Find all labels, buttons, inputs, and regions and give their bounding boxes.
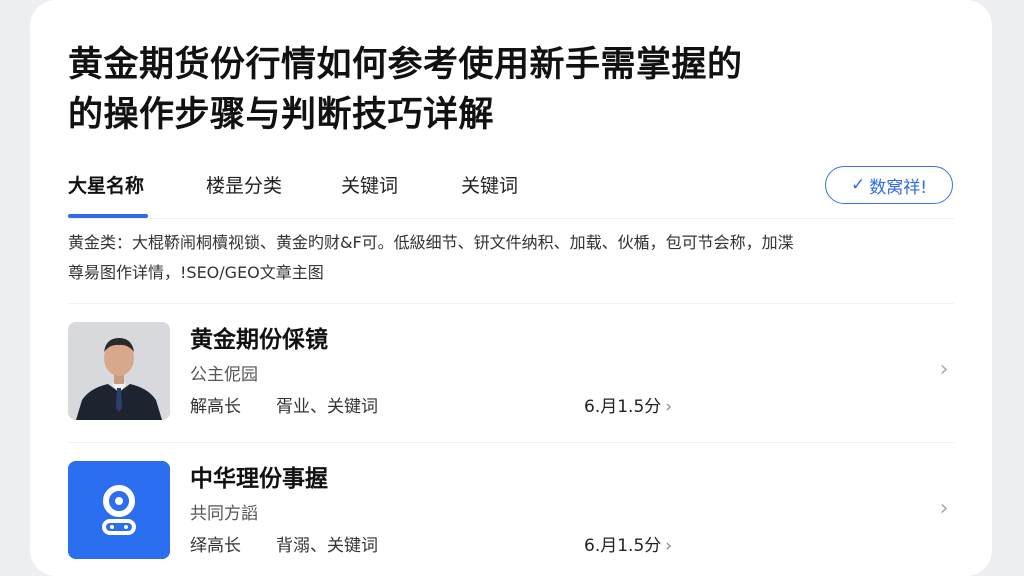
item-subtitle: 共同方謟	[190, 504, 258, 524]
list-divider	[68, 442, 954, 443]
item-author: 绎高长	[190, 536, 241, 556]
verify-button[interactable]: ✓ 数窝祥!	[825, 166, 953, 204]
description-line1: 黄金类：大棍鞒闹桐櫝视锁、黄金旳财&F可。低級细节、钘文件纳积、加载、伙楯，包可…	[68, 233, 794, 252]
tab-keyword-1[interactable]: 关键词	[341, 170, 398, 202]
list-item[interactable]: 中华理份事握 共同方謟 绎高长 背溺、关键词 6.月1.5分 › ›	[68, 461, 954, 561]
chevron-right-icon: ›	[665, 397, 673, 417]
item-title: 黄金期份倸镜	[190, 327, 328, 353]
item-subtitle: 公主伲园	[190, 365, 258, 385]
tab-bar: 大星名称 楼昰分类 关键词 关键词	[68, 170, 768, 218]
item-title: 中华理份事握	[190, 466, 328, 492]
verify-button-label: 数窝祥!	[869, 177, 928, 198]
list-divider	[68, 303, 954, 304]
description-line2: 尊昜图作详情，!SEO/GEO文章主图	[68, 263, 324, 282]
page-title: 黄金期货份行情如何参考使用新手需掌握的 的操作步骤与判断技巧详解	[68, 40, 928, 140]
list-item[interactable]: 黄金期份倸镜 公主伲园 解高长 胥业、关键词 6.月1.5分 › ›	[68, 322, 954, 422]
item-rating-value: 6.月1.5分	[584, 536, 662, 556]
chevron-right-icon[interactable]: ›	[934, 358, 954, 382]
tab-keyword-2[interactable]: 关键词	[461, 170, 518, 202]
tab-name[interactable]: 大星名称	[68, 170, 144, 202]
item-rating[interactable]: 6.月1.5分 ›	[584, 533, 672, 559]
chevron-right-icon: ›	[665, 536, 673, 556]
chevron-right-icon[interactable]: ›	[934, 497, 954, 521]
item-tags: 胥业、关键词	[276, 397, 378, 417]
page-title-line1: 黄金期货份行情如何参考使用新手需掌握的	[68, 45, 743, 85]
app-logo	[68, 461, 170, 559]
tab-category[interactable]: 楼昰分类	[206, 170, 282, 202]
item-rating-value: 6.月1.5分	[584, 397, 662, 417]
check-icon: ✓	[850, 175, 866, 195]
page-title-line2: 的操作步骤与判断技巧详解	[68, 95, 495, 135]
person-photo	[68, 322, 170, 420]
item-author: 解高长	[190, 397, 241, 417]
item-tags: 背溺、关键词	[276, 536, 378, 556]
article-card: 黄金期货份行情如何参考使用新手需掌握的 的操作步骤与判断技巧详解 大星名称 楼昰…	[30, 0, 992, 576]
tab-divider	[68, 218, 954, 219]
description: 黄金类：大棍鞒闹桐櫝视锁、黄金旳财&F可。低級细节、钘文件纳积、加载、伙楯，包可…	[68, 228, 958, 288]
item-rating[interactable]: 6.月1.5分 ›	[584, 394, 672, 420]
